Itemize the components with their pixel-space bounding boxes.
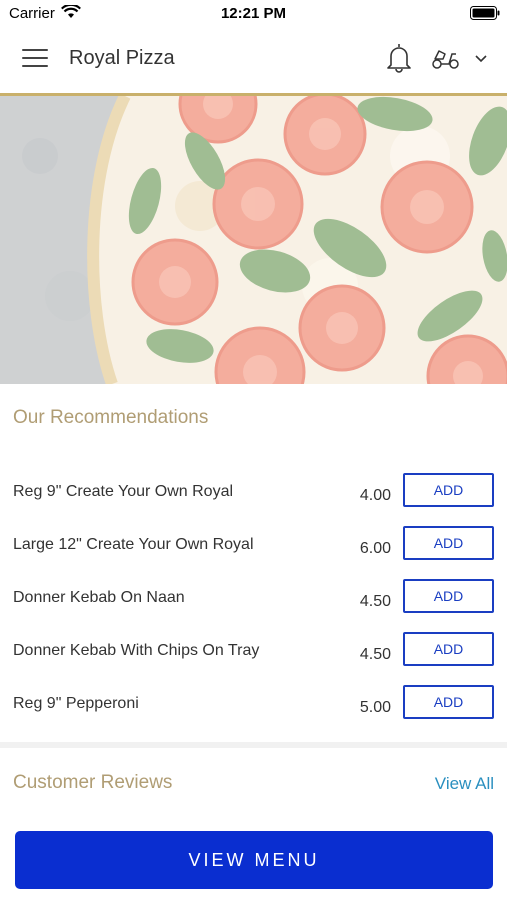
item-name: Donner Kebab On Naan xyxy=(13,589,185,606)
item-name: Donner Kebab With Chips On Tray xyxy=(13,642,260,659)
list-item: Large 12" Create Your Own Royal 6.00 ADD xyxy=(0,526,507,579)
recommendations-heading: Our Recommendations xyxy=(13,407,209,428)
bell-icon[interactable] xyxy=(386,42,412,74)
add-button[interactable]: ADD xyxy=(403,579,494,613)
item-price: 4.50 xyxy=(359,593,391,610)
delivery-scooter-icon[interactable] xyxy=(431,48,461,70)
app-header: Royal Pizza xyxy=(0,26,507,94)
list-item: Donner Kebab On Naan 4.50 ADD xyxy=(0,579,507,632)
item-price: 4.00 xyxy=(359,487,391,504)
battery-icon xyxy=(470,6,500,20)
list-item: Reg 9" Create Your Own Royal 4.00 ADD xyxy=(0,473,507,526)
section-divider xyxy=(0,742,507,748)
item-price: 6.00 xyxy=(359,540,391,557)
hamburger-menu-icon[interactable] xyxy=(22,49,48,69)
page-title: Royal Pizza xyxy=(69,47,175,69)
view-menu-button[interactable]: VIEW MENU xyxy=(15,831,493,889)
reviews-heading: Customer Reviews xyxy=(13,772,173,793)
add-button[interactable]: ADD xyxy=(403,632,494,666)
status-time: 12:21 PM xyxy=(220,5,287,22)
item-name: Reg 9" Pepperoni xyxy=(13,695,139,712)
hero-pizza-image xyxy=(0,96,507,384)
list-item: Reg 9" Pepperoni 5.00 ADD xyxy=(0,685,507,738)
item-price: 4.50 xyxy=(359,646,391,663)
add-button[interactable]: ADD xyxy=(403,526,494,560)
item-price: 5.00 xyxy=(359,699,391,716)
add-button[interactable]: ADD xyxy=(403,685,494,719)
add-button[interactable]: ADD xyxy=(403,473,494,507)
list-item: Donner Kebab With Chips On Tray 4.50 ADD xyxy=(0,632,507,685)
chevron-down-icon[interactable] xyxy=(474,54,488,64)
view-all-link[interactable]: View All xyxy=(435,774,494,794)
item-name: Reg 9" Create Your Own Royal xyxy=(13,483,234,500)
item-name: Large 12" Create Your Own Royal xyxy=(13,536,254,553)
status-bar: Carrier 12:21 PM xyxy=(0,0,507,26)
